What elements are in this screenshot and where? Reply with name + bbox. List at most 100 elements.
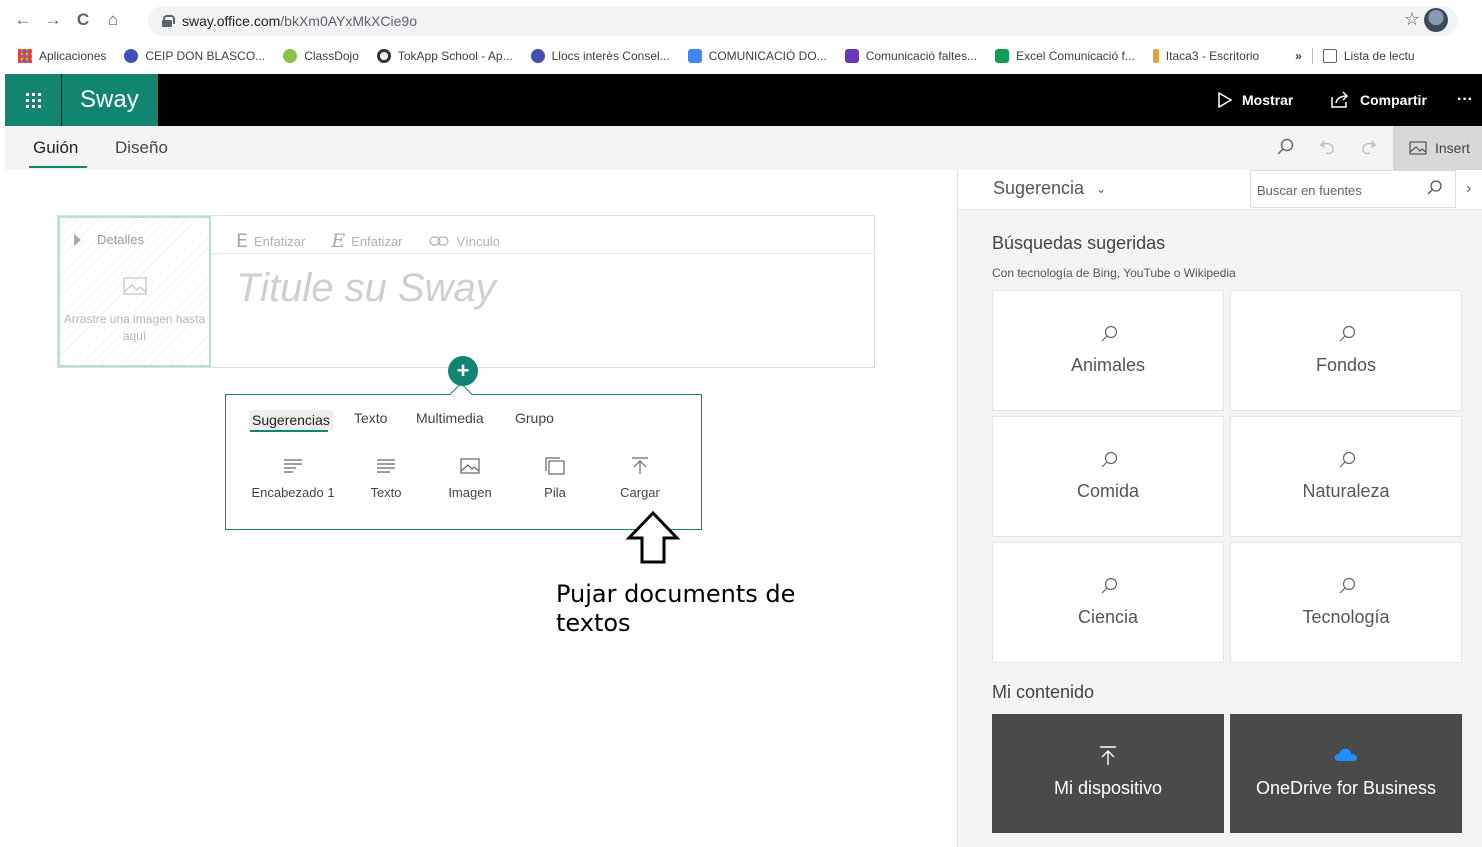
suggestion-card-animals[interactable]: Animales [992,290,1224,411]
back-icon[interactable]: ← [12,9,34,31]
app-brand[interactable]: Sway [62,74,158,126]
image-icon [460,458,480,474]
expand-triangle-icon [74,233,81,246]
reload-icon[interactable]: C [72,9,94,31]
emphasis-label: Enfatizar [254,233,306,249]
annotation-line-1: Pujar documents de [556,580,796,608]
forward-icon[interactable]: → [42,9,64,31]
onedrive-cloud-icon [1334,748,1357,761]
collapse-pane-icon[interactable]: › [1466,180,1471,198]
annotation-text: Pujar documents de textos [556,580,856,638]
bookmark-item[interactable]: Excel Comunicació f... [995,49,1135,63]
google-docs-icon [687,49,702,63]
add-content-button[interactable]: + [448,356,478,386]
app-launcher-button[interactable] [5,74,61,126]
heading-icon [284,459,302,473]
insert-text-button[interactable]: Texto [341,455,431,500]
emphasis-button[interactable]: E Enfatizar [236,230,305,252]
details-label: Detalles [97,232,144,247]
details-toggle[interactable]: Detalles [74,232,144,247]
bookmark-label: TokApp School - Ap... [397,49,513,63]
onedrive-button[interactable]: OneDrive for Business [1230,714,1462,833]
editor-toolbar: Guión Diseño Insert [5,126,1482,170]
sway-app-bar: Sway Mostrar Compartir ··· [5,74,1482,126]
insert-image-button[interactable]: Imagen [425,455,515,500]
source-search-input[interactable]: Buscar en fuentes [1250,170,1456,208]
reading-list-button[interactable]: Lista de lectu [1322,49,1415,63]
profile-avatar[interactable] [1424,8,1448,32]
bookmark-label: ClassDojo [304,49,359,63]
title-input[interactable]: Titule su Sway [236,266,496,311]
suggestion-card-backgrounds[interactable]: Fondos [1230,290,1462,411]
insert-heading-button[interactable]: Encabezado 1 [248,455,338,500]
tab-design[interactable]: Diseño [115,138,168,158]
my-device-button[interactable]: Mi dispositivo [992,714,1224,833]
chevron-down-icon: ⌄ [1096,181,1107,196]
suggestion-card-food[interactable]: Comida [992,416,1224,537]
bookmark-item[interactable]: CEIP DON BLASCO... [124,49,265,63]
redo-icon[interactable] [1359,138,1377,161]
home-icon[interactable]: ⌂ [102,9,124,31]
suggestion-card-label: Naturaleza [1302,481,1390,501]
suggestions-pane: Sugerencia ⌄ Buscar en fuentes › Búsqued… [957,170,1482,847]
onedrive-label: OneDrive for Business [1255,778,1437,798]
undo-icon[interactable] [1319,138,1337,161]
bookmark-item[interactable]: COMUNICACIÓ DO... [687,49,827,63]
more-bookmarks-button[interactable]: » [1295,49,1302,63]
bookmark-label: CEIP DON BLASCO... [145,49,266,63]
panel-tab-text[interactable]: Texto [354,410,387,426]
emphasis-italic-button[interactable]: E Enfatizar [331,230,402,252]
waffle-icon [25,92,41,108]
format-toolbar: E Enfatizar E Enfatizar Vínculo [236,230,526,252]
bookmark-apps[interactable]: Aplicaciones [18,49,106,63]
upload-icon [1100,746,1116,765]
bookmark-item[interactable]: Itaca3 - Escritorio [1152,49,1259,63]
suggestion-dropdown[interactable]: Sugerencia ⌄ [993,178,1106,199]
bookmark-item[interactable]: Llocs interès Consel... [530,49,670,63]
more-options-button[interactable]: ··· [1457,74,1473,126]
suggestion-card-nature[interactable]: Naturaleza [1230,416,1462,537]
bookmark-label: Comunicació faltes... [865,49,978,63]
search-icon [1339,451,1356,468]
insert-stack-button[interactable]: Pila [510,455,600,500]
tab-script[interactable]: Guión [33,138,78,158]
search-icon[interactable] [1277,138,1295,161]
classdojo-icon [283,49,298,63]
reading-list-icon [1322,49,1337,63]
emphasis-label: Enfatizar [351,233,403,249]
suggestion-card-label: Comida [1076,481,1140,501]
active-tab-indicator [29,166,87,168]
divider [211,253,874,254]
apps-grid-icon [18,49,32,63]
panel-notch [449,382,473,406]
pane-header: Sugerencia ⌄ Buscar en fuentes › [958,170,1482,210]
show-button[interactable]: Mostrar [1218,74,1293,126]
background-image-dropzone[interactable]: Detalles Arrastre una imagen hasta aquí [58,216,211,367]
bookmark-label: Llocs interès Consel... [551,49,670,63]
reading-list-label: Lista de lectu [1343,49,1415,63]
google-forms-icon [844,49,859,63]
image-icon [1409,141,1427,155]
link-button[interactable]: Vínculo [428,234,500,249]
panel-tab-group[interactable]: Grupo [515,410,554,426]
upload-button[interactable]: Cargar [595,455,685,500]
text-icon [377,459,395,473]
stack-icon [545,457,565,475]
suggested-searches-title: Búsquedas sugeridas [992,233,1166,253]
address-bar[interactable]: sway.office.com/bkXm0AYxMkXCie9o [148,6,1458,36]
bookmark-item[interactable]: Comunicació faltes... [844,49,978,63]
insert-stack-label: Pila [544,485,566,500]
upload-icon [632,457,648,474]
share-button[interactable]: Compartir [1330,74,1427,126]
panel-tab-media[interactable]: Multimedia [416,410,484,426]
bookmark-item[interactable]: TokApp School - Ap... [376,49,513,63]
suggestion-card-technology[interactable]: Tecnología [1230,542,1462,663]
suggested-searches-subtitle: Con tecnología de Bing, YouTube o Wikipe… [992,266,1236,280]
search-icon[interactable] [1427,180,1443,196]
bookmark-star-icon[interactable]: ☆ [1404,9,1420,30]
panel-tab-suggestions[interactable]: Sugerencias [249,410,333,430]
insert-button[interactable]: Insert [1393,126,1482,170]
bookmark-item[interactable]: ClassDojo [283,49,359,63]
suggestion-card-science[interactable]: Ciencia [992,542,1224,663]
search-icon [1101,451,1118,468]
